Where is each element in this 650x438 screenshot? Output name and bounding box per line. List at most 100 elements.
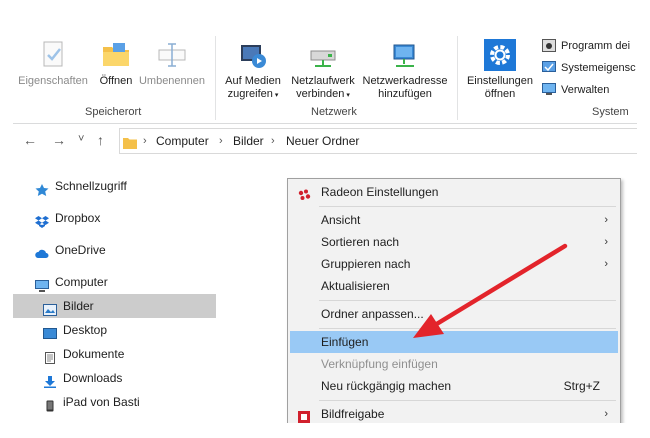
up-arrow-icon[interactable]: ↑ [97, 132, 104, 148]
ribbon-divider [215, 36, 216, 120]
open-settings-button[interactable]: Einstellungen öffnen [462, 39, 538, 101]
nav-item-desktop[interactable]: Desktop [13, 318, 216, 342]
menu-item-undo-new[interactable]: Neu rückgängig machen Strg+Z [290, 375, 618, 397]
manage-icon [542, 82, 556, 96]
menu-item-paste[interactable]: Einfügen [290, 331, 618, 353]
system-properties-label: Systemeigensc [561, 62, 636, 74]
downloads-icon [43, 372, 57, 388]
breadcrumb-separator: › [219, 135, 223, 147]
menu-item-group-by[interactable]: Gruppieren nach › [290, 253, 618, 275]
map-drive-label-1: Netzlaufwerk [291, 75, 355, 87]
menu-item-label: Aktualisieren [321, 279, 390, 293]
ribbon-divider [457, 36, 458, 120]
nav-item-documents[interactable]: Dokumente [13, 342, 216, 366]
recent-locations-chevron-icon[interactable]: ˅ [78, 133, 84, 145]
rename-icon [156, 39, 188, 71]
menu-item-label: Verknüpfung einfügen [321, 357, 438, 371]
manage-label: Verwalten [561, 84, 610, 96]
system-properties-icon [542, 60, 556, 74]
add-location-label-1: Netzwerkadresse [362, 75, 448, 87]
program-uninstall-link[interactable]: Programm dei [542, 37, 630, 55]
forward-arrow-icon[interactable]: → [52, 132, 66, 148]
back-arrow-icon[interactable]: ← [23, 132, 37, 148]
menu-separator [319, 328, 616, 329]
nav-item-computer[interactable]: Computer [13, 270, 216, 294]
add-network-location-button[interactable]: Netzwerkadresse hinzufügen [362, 39, 448, 101]
radeon-icon [298, 186, 311, 208]
network-drive-icon [307, 39, 339, 71]
rename-label: Umbenennen [138, 75, 206, 87]
breadcrumb-bilder[interactable]: Bilder [233, 129, 264, 153]
map-network-drive-button[interactable]: Netzlaufwerk verbinden ▾ [287, 39, 359, 102]
menu-item-shortcut: Strg+Z [563, 379, 600, 393]
breadcrumb-computer[interactable]: Computer [156, 129, 209, 153]
group-label-netzwerk: Netzwerk [311, 106, 357, 118]
nav-label: Computer [55, 275, 108, 289]
open-button[interactable]: Öffnen [95, 39, 137, 88]
access-media-button[interactable]: Auf Medien zugreifen ▾ [221, 39, 285, 102]
open-label: Öffnen [99, 75, 133, 87]
properties-label: Eigenschaften [18, 75, 88, 87]
submenu-arrow-icon: › [604, 214, 608, 226]
rename-button[interactable]: Umbenennen [136, 39, 208, 88]
nav-label: Dropbox [55, 211, 101, 225]
properties-icon [37, 39, 69, 71]
breadcrumb-separator: › [271, 135, 275, 147]
dropdown-caret-icon: ▾ [272, 92, 279, 99]
menu-item-label: Ordner anpassen... [321, 307, 424, 321]
menu-item-refresh[interactable]: Aktualisieren [290, 275, 618, 297]
settings-label-1: Einstellungen [466, 75, 534, 87]
menu-item-radeon-settings[interactable]: Radeon Einstellungen [290, 181, 618, 203]
folder-icon [123, 134, 137, 158]
system-properties-link[interactable]: Systemeigensc [542, 59, 636, 77]
menu-item-label: Ansicht [321, 213, 361, 227]
network-location-icon [389, 39, 421, 71]
computer-icon [35, 276, 49, 292]
nav-label: Bilder [63, 299, 94, 313]
dropbox-icon [35, 212, 49, 228]
quick-access-star-icon [35, 180, 49, 196]
address-bar-row: ← → ˅ ↑ › Computer › Bilder › Neuer Ordn… [13, 124, 637, 156]
nav-item-ipad[interactable]: iPad von Basti [13, 390, 216, 414]
menu-item-paste-shortcut[interactable]: Verknüpfung einfügen [290, 353, 618, 375]
menu-item-label: Gruppieren nach [321, 257, 411, 271]
add-location-label-2: hinzufügen [378, 88, 432, 100]
settings-label-2: öffnen [484, 88, 516, 100]
menu-item-label: Sortieren nach [321, 235, 400, 249]
menu-item-label: Radeon Einstellungen [321, 185, 439, 199]
settings-gear-icon [484, 39, 516, 71]
menu-item-view[interactable]: Ansicht › [290, 209, 618, 231]
explorer-window: Eigenschaften Öffnen Umbenennen Speicher… [13, 33, 637, 423]
address-bar[interactable]: › Computer › Bilder › Neuer Ordner [119, 128, 637, 154]
menu-item-customize-folder[interactable]: Ordner anpassen... [290, 303, 618, 325]
nav-label: OneDrive [55, 243, 106, 257]
pictures-icon [43, 300, 57, 316]
nav-item-dropbox[interactable]: Dropbox [13, 206, 216, 230]
nav-label: Dokumente [63, 347, 125, 361]
access-media-label-2: zugreifen [227, 88, 273, 100]
media-icon [237, 39, 269, 71]
ribbon: Eigenschaften Öffnen Umbenennen Speicher… [13, 33, 637, 124]
nav-item-quick-access[interactable]: Schnellzugriff [13, 174, 216, 198]
manage-link[interactable]: Verwalten [542, 81, 609, 99]
breadcrumb-neuer-ordner[interactable]: Neuer Ordner [286, 129, 359, 153]
nav-label: iPad von Basti [63, 395, 140, 409]
nav-item-onedrive[interactable]: OneDrive [13, 238, 216, 262]
menu-item-picture-sharing[interactable]: Bildfreigabe › [290, 403, 618, 423]
menu-separator [319, 300, 616, 301]
menu-item-sort-by[interactable]: Sortieren nach › [290, 231, 618, 253]
menu-separator [319, 400, 616, 401]
submenu-arrow-icon: › [604, 408, 608, 420]
context-menu: Radeon Einstellungen Ansicht › Sortieren… [287, 178, 621, 423]
menu-item-label: Einfügen [321, 335, 369, 349]
nav-label: Desktop [63, 323, 108, 337]
menu-separator [319, 206, 616, 207]
onedrive-cloud-icon [35, 244, 49, 258]
submenu-arrow-icon: › [604, 236, 608, 248]
nav-item-downloads[interactable]: Downloads [13, 366, 216, 390]
documents-icon [43, 348, 57, 364]
breadcrumb-separator: › [143, 135, 147, 147]
properties-button[interactable]: Eigenschaften [17, 39, 89, 88]
nav-item-pictures[interactable]: Bilder [13, 294, 216, 318]
group-label-speicherort: Speicherort [85, 106, 142, 118]
